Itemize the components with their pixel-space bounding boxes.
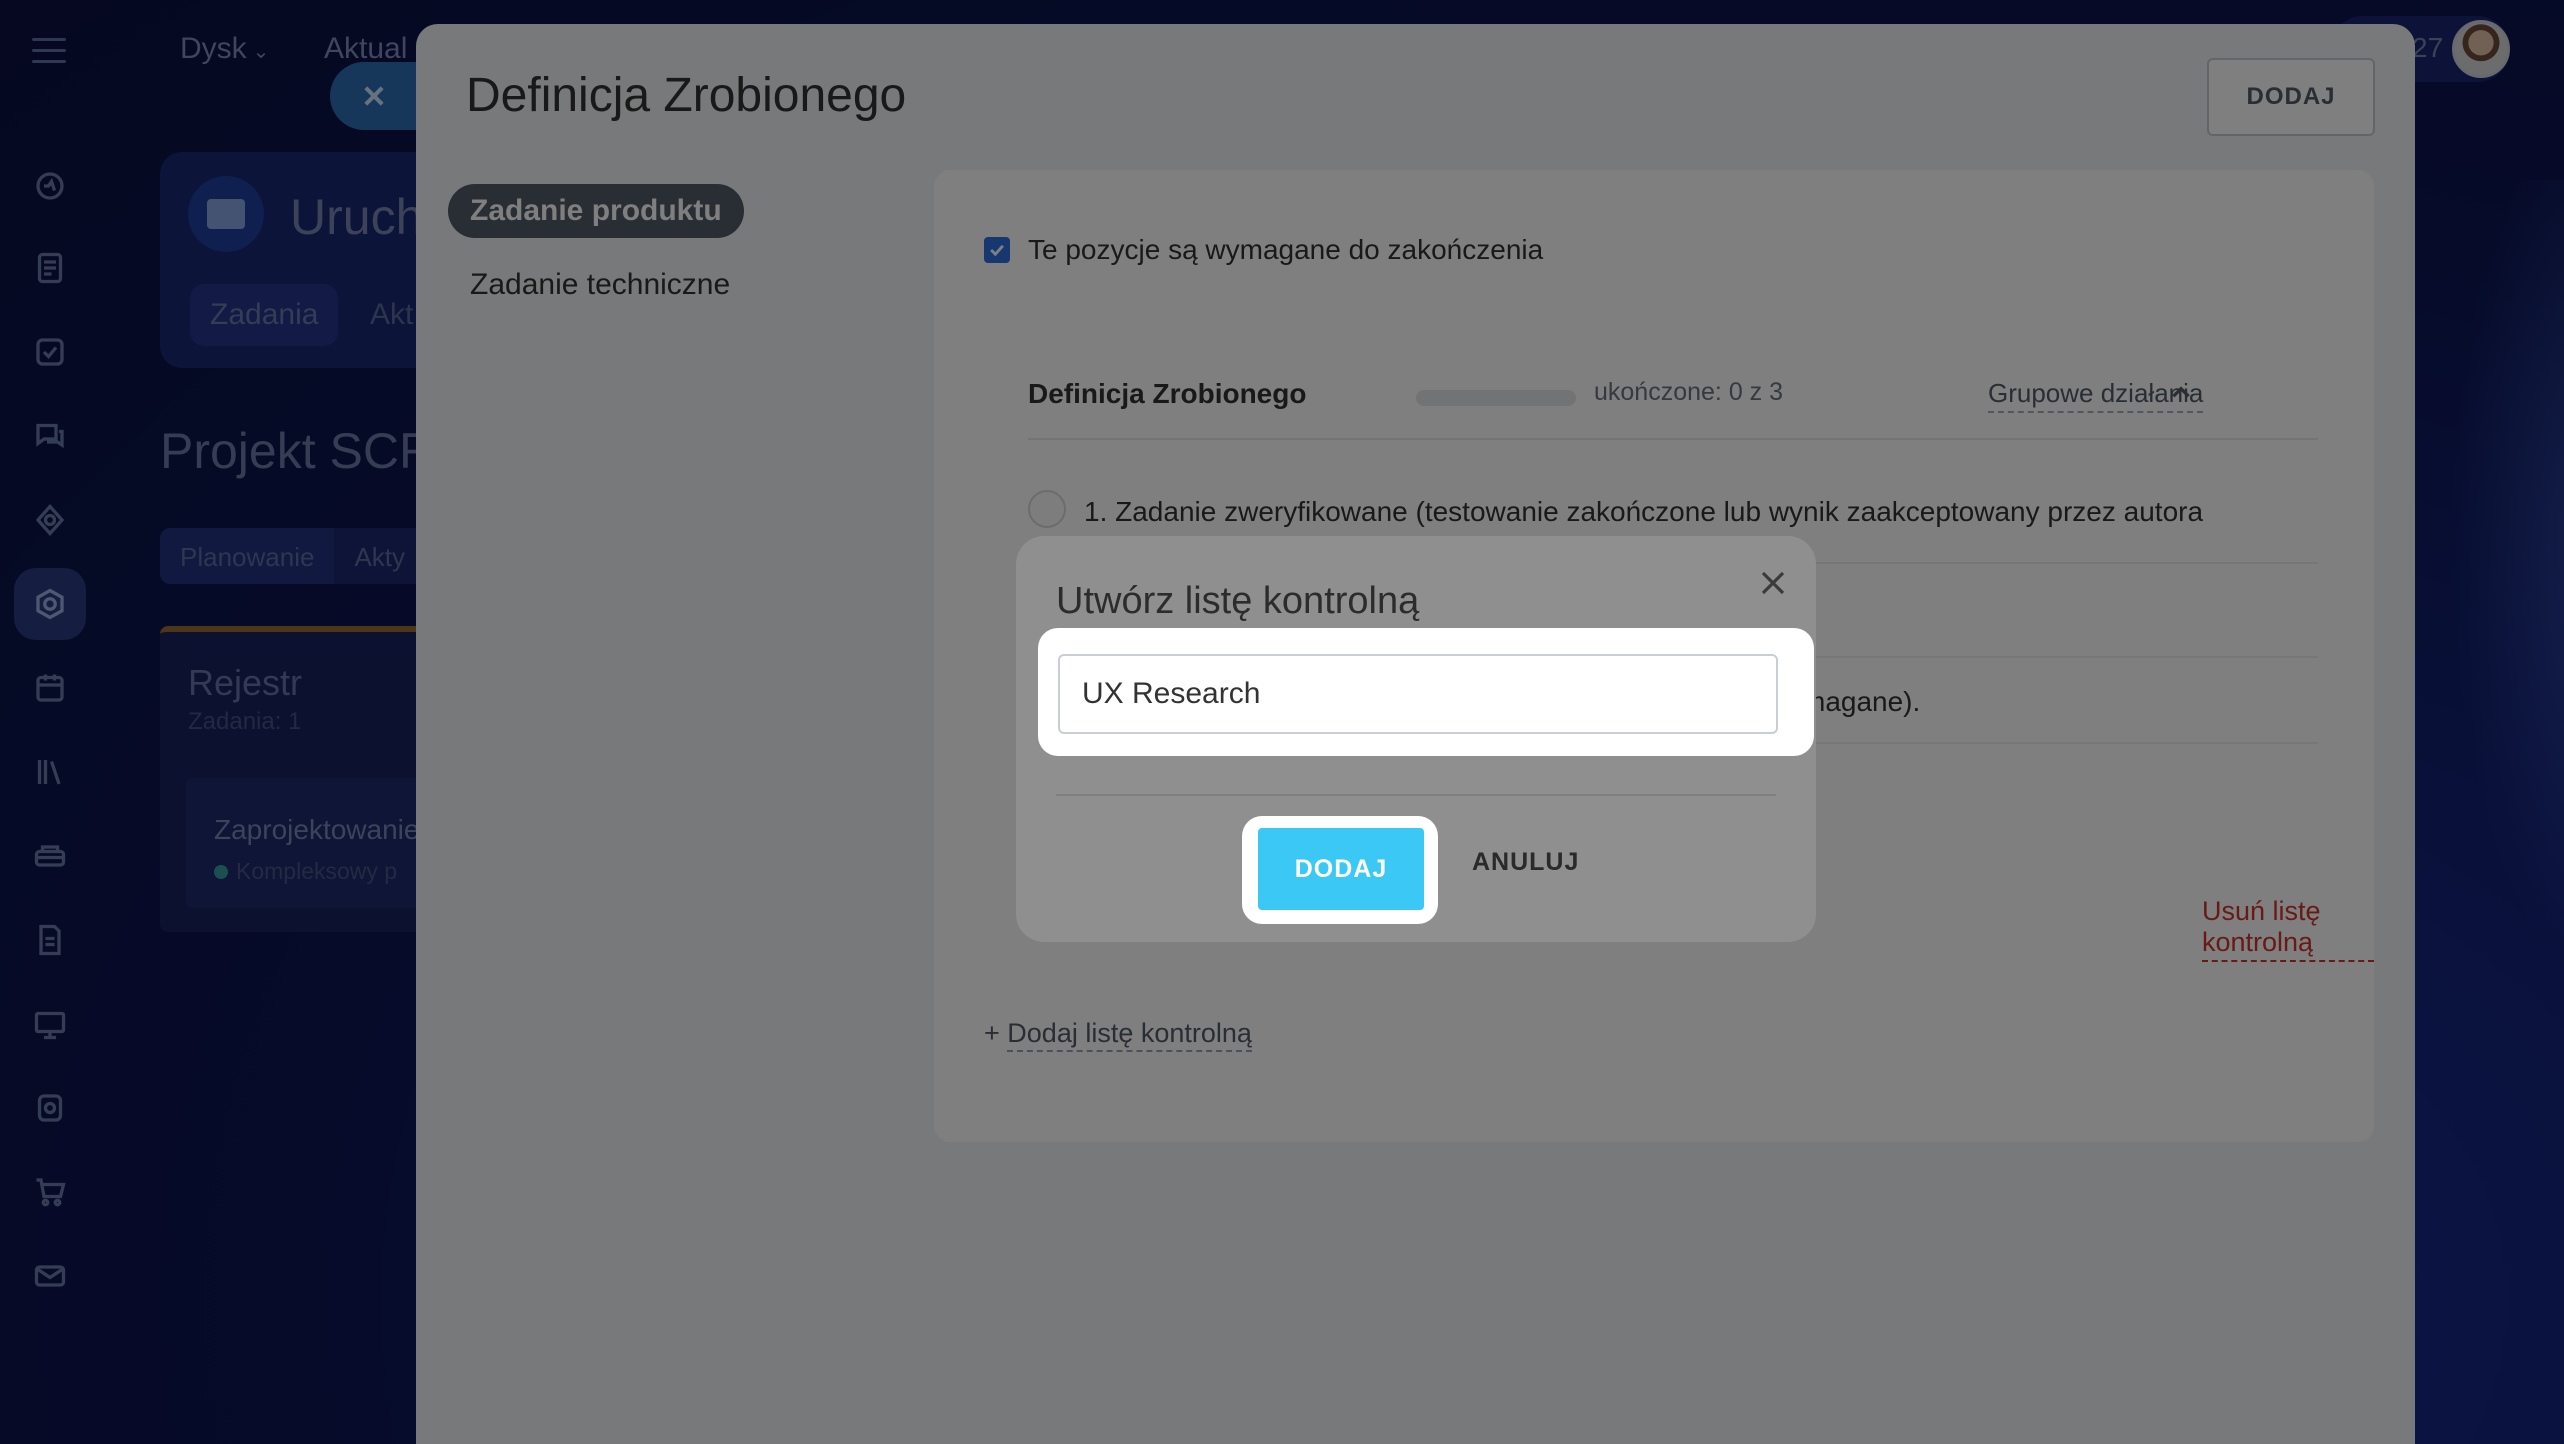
close-icon[interactable] — [1758, 568, 1788, 598]
input-highlight — [1038, 628, 1814, 756]
button-highlight: DODAJ — [1242, 816, 1438, 924]
popup-divider — [1056, 794, 1776, 796]
popup-add-button[interactable]: DODAJ — [1258, 828, 1424, 910]
create-checklist-popup: Utwórz listę kontrolną DODAJ ANULUJ — [1016, 536, 1816, 942]
popup-cancel-button[interactable]: ANULUJ — [1472, 848, 1579, 877]
checklist-name-input[interactable] — [1058, 654, 1778, 734]
popup-title: Utwórz listę kontrolną — [1056, 580, 1420, 622]
